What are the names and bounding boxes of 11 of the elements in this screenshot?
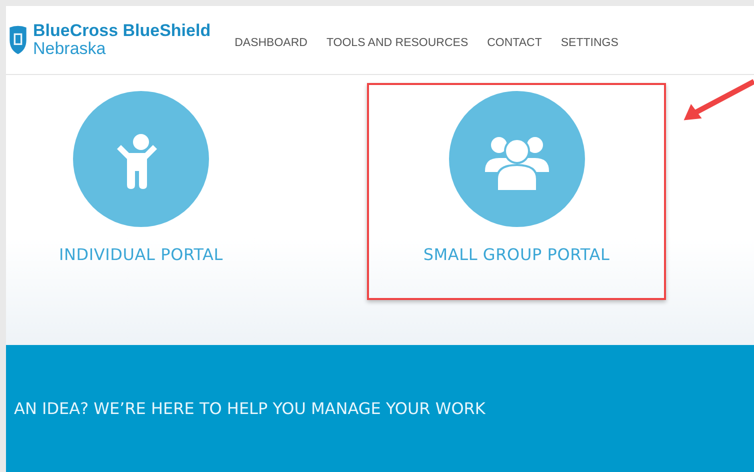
nav-link[interactable]: CONTACT — [487, 37, 542, 49]
nav-link[interactable]: SETTINGS — [560, 37, 618, 49]
logo-region: Nebraska — [33, 40, 107, 58]
child-icon — [73, 91, 209, 227]
group-icon — [448, 91, 584, 227]
portal-label: SMALL GROUP PORTAL — [423, 245, 610, 264]
nav-link[interactable]: TOOLS AND RESOURCES — [326, 37, 468, 49]
portal-label: INDIVIDUAL PORTAL — [58, 245, 224, 264]
banner-text: AN IDEA? WE’RE HERE TO HELP YOU MANAGE YOUR WORK — [14, 399, 486, 418]
nav-link[interactable]: DASHBOARD — [234, 37, 308, 49]
logo-name: BlueCross BlueShield — [33, 22, 211, 40]
